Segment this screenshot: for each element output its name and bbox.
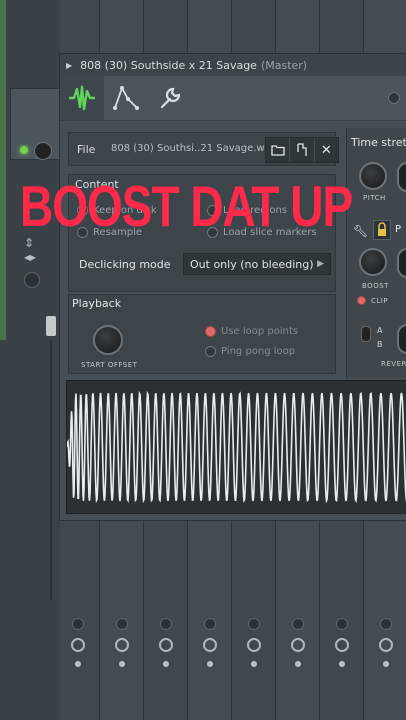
wrench-small-icon[interactable]: 🔧︎ (353, 224, 368, 238)
clock-icon[interactable] (71, 638, 85, 652)
p-label: P (395, 224, 402, 235)
option-label: Use loop points (221, 326, 299, 337)
strip-dot-icon[interactable] (339, 661, 345, 667)
close-icon: ✕ (320, 142, 332, 158)
strip-dot-icon[interactable] (163, 661, 169, 667)
option-ping-pong-loop[interactable]: Ping pong loop (205, 346, 295, 357)
tab-misc-settings[interactable] (148, 76, 192, 120)
clip-label: CLIP (371, 296, 389, 305)
boost-label: BOOST (362, 282, 389, 290)
time-stretch-title: Time stretc (351, 136, 406, 149)
tab-envelope[interactable] (104, 76, 148, 120)
right-panel: Time stretc PITCH 🔧︎ P BOOST CLIP A B RE… (346, 128, 406, 378)
strip-knob[interactable] (336, 618, 348, 630)
file-label: File (77, 143, 96, 156)
strip-knob[interactable] (292, 618, 304, 630)
active-led-icon[interactable] (20, 146, 28, 154)
declicking-mode-value: Out only (no bleeding) (190, 257, 314, 271)
led-icon (357, 296, 366, 305)
strip-knob[interactable] (160, 618, 172, 630)
arrows-icon[interactable]: ⇕ ◂▸ (24, 236, 36, 264)
strip-dot-icon[interactable] (295, 661, 301, 667)
window-title-suffix: (Master) (260, 58, 308, 72)
clock-icon[interactable] (203, 638, 217, 652)
led-icon (205, 326, 216, 337)
ab-switch[interactable] (361, 326, 371, 342)
start-offset-knob[interactable] (93, 325, 123, 355)
waveform-icon (69, 85, 95, 111)
collapse-triangle-icon[interactable]: ▶ (66, 61, 72, 70)
declicking-mode-select[interactable]: Out only (no bleeding) ▶ (183, 253, 331, 275)
b-label: B (377, 340, 383, 349)
chevron-right-icon: ▶ (317, 259, 324, 269)
strip-dot-icon[interactable] (207, 661, 213, 667)
clock-icon[interactable] (247, 638, 261, 652)
option-label: Ping pong loop (221, 346, 296, 357)
a-label: A (377, 326, 383, 335)
folder-icon (271, 145, 285, 156)
overlay-caption: BOOST DAT UP (20, 173, 353, 239)
reverse-label: REVERS (381, 360, 406, 368)
close-file-button[interactable]: ✕ (315, 138, 338, 162)
partial-knob[interactable] (397, 248, 406, 278)
clock-icon[interactable] (379, 638, 393, 652)
fader-track (50, 340, 52, 600)
file-row: File 808 (30) Southsi..21 Savage.wav ✕ (68, 132, 339, 166)
clock-icon[interactable] (159, 638, 173, 652)
strip-dot-icon[interactable] (383, 661, 389, 667)
edit-file-button[interactable] (290, 138, 315, 162)
file-name: 808 (30) Southsi..21 Savage.wav (111, 143, 277, 154)
sampler-window: ▶ 808 (30) Southside x 21 Savage (Master… (60, 54, 406, 520)
wrench-icon (160, 87, 181, 109)
playback-title: Playback (72, 297, 122, 310)
strip-knob[interactable] (380, 618, 392, 630)
waveform-svg (66, 390, 406, 504)
declicking-mode-label: Declicking mode (79, 258, 171, 271)
partial-knob[interactable] (397, 162, 406, 192)
clock-icon[interactable] (115, 638, 129, 652)
tab-sample-settings[interactable] (60, 76, 104, 120)
lock-icon (378, 222, 386, 236)
clock-icon[interactable] (335, 638, 349, 652)
strip-knob[interactable] (72, 618, 84, 630)
strip-knob[interactable] (116, 618, 128, 630)
lock-button[interactable] (373, 220, 391, 240)
volume-fader[interactable] (46, 316, 56, 336)
clock-icon[interactable] (291, 638, 305, 652)
clip-toggle[interactable]: CLIP (357, 296, 388, 305)
option-use-loop-points[interactable]: Use loop points (205, 326, 298, 337)
window-options-icon[interactable] (388, 92, 400, 104)
window-title: 808 (30) Southside x 21 Savage (80, 58, 257, 72)
open-folder-button[interactable] (266, 138, 291, 162)
waveform-path (66, 390, 406, 504)
led-icon (205, 346, 216, 357)
channel-knob-small[interactable] (24, 272, 40, 288)
playback-panel: Playback START OFFSET Use loop points Pi… (68, 294, 336, 374)
start-offset-label: START OFFSET (81, 361, 138, 369)
window-titlebar[interactable]: ▶ 808 (30) Southside x 21 Savage (Master… (60, 54, 406, 76)
boost-knob[interactable] (359, 248, 387, 276)
partial-knob[interactable] (397, 324, 406, 354)
pitch-label: PITCH (363, 194, 386, 202)
waveform-display[interactable] (66, 380, 406, 514)
sampler-toolbar (60, 76, 406, 121)
left-highlight (0, 0, 6, 340)
envelope-icon (113, 85, 139, 110)
strip-dot-icon[interactable] (251, 661, 257, 667)
pitch-knob[interactable] (359, 162, 387, 190)
strip-knob[interactable] (248, 618, 260, 630)
strip-dot-icon[interactable] (119, 661, 125, 667)
edit-icon (297, 143, 307, 156)
strip-knob[interactable] (204, 618, 216, 630)
channel-knob[interactable] (34, 142, 52, 160)
left-column: ▶ ↶ ⇕◂▸ (0, 0, 60, 720)
strip-dot-icon[interactable] (75, 661, 81, 667)
file-buttons: ✕ (265, 137, 339, 163)
